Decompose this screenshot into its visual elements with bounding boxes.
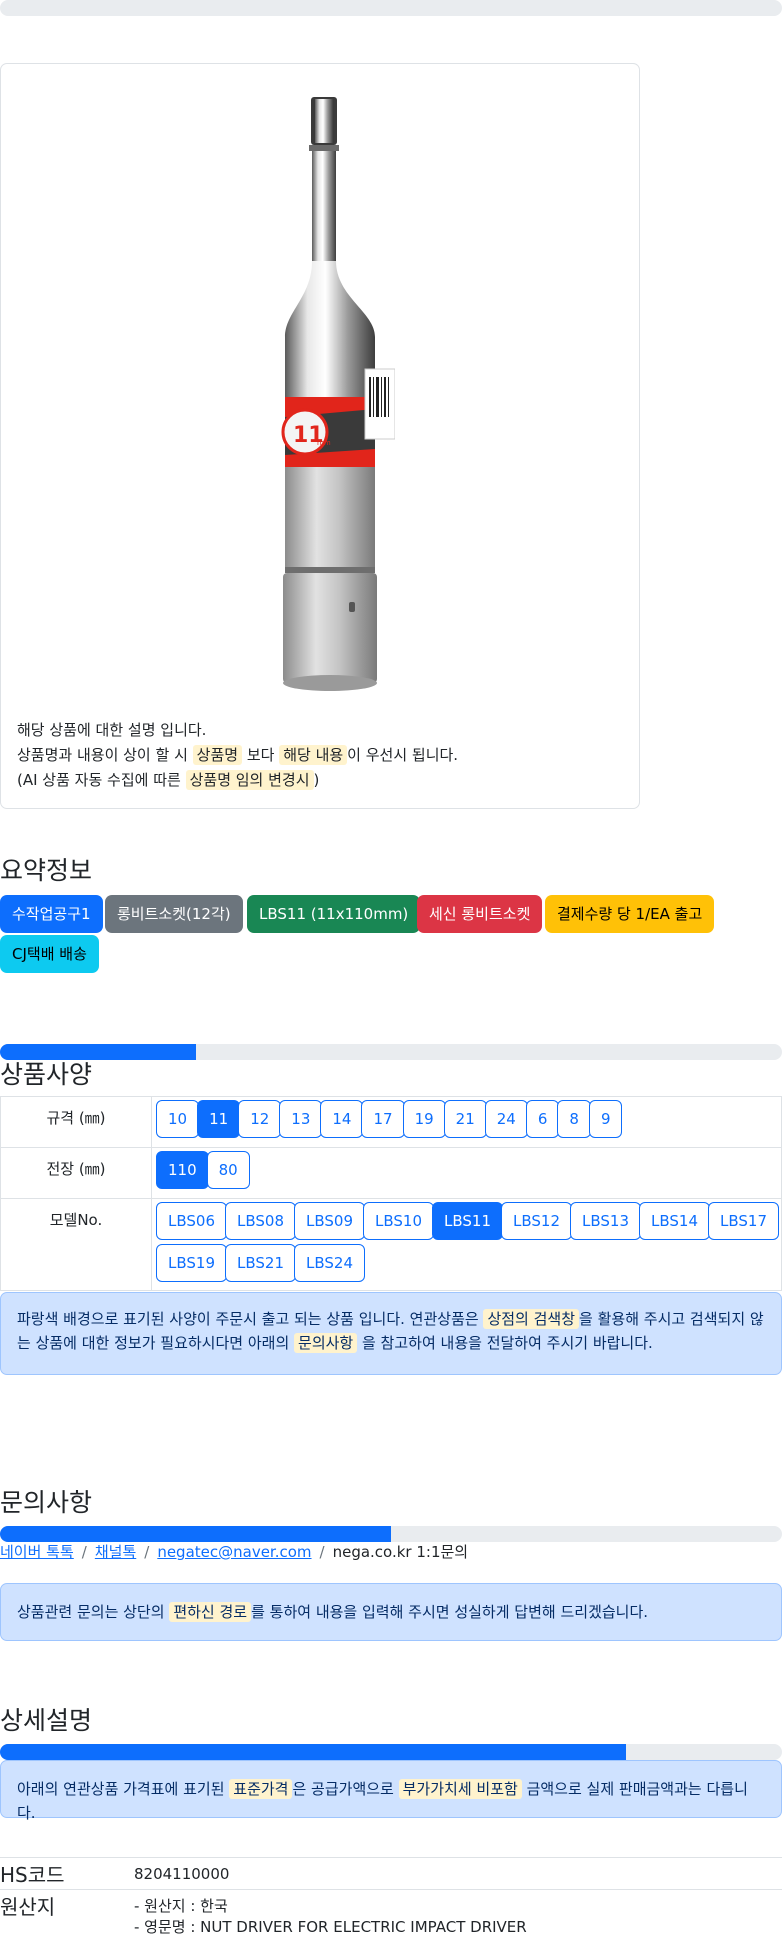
text: 를 통하여 내용을 입력해 주시면 성실하게 답변해 드리겠습니다.: [251, 1603, 648, 1621]
spec-option-button[interactable]: LBS06: [156, 1202, 227, 1240]
spec-label: 전장 (㎜): [1, 1148, 152, 1199]
naver-talk-link[interactable]: 네이버 톡톡: [0, 1543, 74, 1561]
info-table: HS코드 8204110000 원산지 - 원산지 : 한국 - 영문명 : N…: [0, 1857, 782, 1942]
separator: /: [74, 1543, 95, 1561]
info-row-origin: 원산지 - 원산지 : 한국 - 영문명 : NUT DRIVER FOR EL…: [0, 1890, 782, 1942]
spec-option-button[interactable]: 14: [320, 1100, 363, 1138]
spec-option-button[interactable]: LBS11: [432, 1202, 503, 1240]
highlight-standard-price: 표준가격: [229, 1779, 292, 1799]
product-description: 해당 상품에 대한 설명 입니다. 상품명과 내용이 상이 할 시 상품명 보다…: [17, 718, 458, 793]
origin-country: - 원산지 : 한국: [134, 1896, 782, 1917]
inquiry-progress-fill: [0, 1526, 391, 1542]
highlight-name-change: 상품명 임의 변경시: [186, 770, 314, 790]
separator: /: [136, 1543, 157, 1561]
badge-category: 수작업공구1: [0, 895, 103, 933]
text: 보다: [242, 746, 279, 764]
summary-progress: [0, 1044, 782, 1060]
badge-model: LBS11 (11x110mm): [247, 895, 420, 933]
spec-option-button[interactable]: 12: [238, 1100, 281, 1138]
text: 을 참고하여 내용을 전달하여 주시기 바랍니다.: [357, 1334, 653, 1352]
text: 상품관련 문의는 상단의: [17, 1603, 169, 1621]
hs-code-value: 8204110000: [134, 1858, 782, 1890]
origin-label: 원산지: [0, 1890, 134, 1942]
badge-type: 롱비트소켓(12각): [105, 895, 243, 933]
site-inquiry-text: nega.co.kr 1:1문의: [333, 1543, 469, 1561]
product-image: 11 mm: [265, 97, 395, 697]
spec-options: 101112131417192124689: [152, 1097, 782, 1148]
inquiry-title: 문의사항: [0, 1483, 92, 1519]
info-row-hs: HS코드 8204110000: [0, 1858, 782, 1890]
highlight-vat: 부가가치세 비포함: [399, 1779, 522, 1799]
spec-option-button[interactable]: LBS17: [708, 1202, 779, 1240]
text: 이 우선시 됩니다.: [347, 746, 458, 764]
spec-option-button[interactable]: LBS24: [294, 1244, 365, 1282]
spec-option-button[interactable]: LBS10: [363, 1202, 434, 1240]
spec-option-button[interactable]: 6: [526, 1100, 560, 1138]
text: 아래의 연관상품 가격표에 표기된: [17, 1780, 229, 1798]
separator: /: [312, 1543, 333, 1561]
svg-text:mm: mm: [317, 439, 331, 447]
email-link[interactable]: negatec@naver.com: [157, 1543, 311, 1561]
highlight-search: 상점의 검색창: [483, 1309, 579, 1329]
spec-option-button[interactable]: LBS12: [501, 1202, 572, 1240]
spec-option-button[interactable]: LBS08: [225, 1202, 296, 1240]
price-notice: 아래의 연관상품 가격표에 표기된 표준가격은 공급가액으로 부가가치세 비포함…: [0, 1760, 782, 1818]
channel-talk-link[interactable]: 채널톡: [95, 1543, 136, 1561]
summary-title: 요약정보: [0, 851, 92, 887]
text: (AI 상품 자동 수집에 따른: [17, 771, 186, 789]
specs-title: 상품사양: [0, 1055, 92, 1091]
detail-progress-fill: [0, 1744, 626, 1760]
product-card: 11 mm 해당 상품에 대한 설명 입니다. 상품명과 내용이 상이 할 시 …: [0, 63, 640, 809]
text: ): [314, 771, 320, 789]
spec-option-button[interactable]: 11: [197, 1100, 240, 1138]
origin-value: - 원산지 : 한국 - 영문명 : NUT DRIVER FOR ELECTR…: [134, 1890, 782, 1942]
spec-option-button[interactable]: 24: [485, 1100, 528, 1138]
highlight-inquiry: 문의사항: [294, 1333, 357, 1353]
detail-progress: [0, 1744, 782, 1760]
origin-english-name: - 영문명 : NUT DRIVER FOR ELECTRIC IMPACT D…: [134, 1917, 782, 1938]
spec-label: 규격 (㎜): [1, 1097, 152, 1148]
description-line-3: (AI 상품 자동 수집에 따른 상품명 임의 변경시): [17, 768, 458, 793]
spec-option-button[interactable]: LBS21: [225, 1244, 296, 1282]
highlight-route: 편하신 경로: [169, 1602, 251, 1622]
spec-option-button[interactable]: 110: [156, 1151, 209, 1189]
contact-links: 네이버 톡톡/채널톡/negatec@naver.com/nega.co.kr …: [0, 1541, 468, 1563]
badge-brand: 세신 롱비트소켓: [417, 895, 542, 933]
spec-option-button[interactable]: 13: [279, 1100, 322, 1138]
spec-options: 11080: [152, 1148, 782, 1199]
description-line-1: 해당 상품에 대한 설명 입니다.: [17, 718, 458, 743]
spec-option-button[interactable]: 10: [156, 1100, 199, 1138]
spec-row: 규격 (㎜) 101112131417192124689: [1, 1097, 782, 1148]
highlight-product-name: 상품명: [193, 745, 242, 765]
description-line-2: 상품명과 내용이 상이 할 시 상품명 보다 해당 내용이 우선시 됩니다.: [17, 743, 458, 768]
badge-quantity: 결제수량 당 1/EA 출고: [545, 895, 714, 933]
spec-option-button[interactable]: LBS19: [156, 1244, 227, 1282]
text: 은 공급가액으로: [292, 1780, 398, 1798]
inquiry-progress: [0, 1526, 782, 1542]
spec-label: 모델No.: [1, 1199, 152, 1291]
badge-shipping: CJ택배 배송: [0, 935, 99, 973]
top-progress-bar: [0, 0, 782, 16]
spec-option-button[interactable]: 8: [557, 1100, 591, 1138]
text: 파랑색 배경으로 표기된 사양이 주문시 출고 되는 상품 입니다. 연관상품은: [17, 1310, 483, 1328]
spec-option-button[interactable]: 19: [403, 1100, 446, 1138]
page: 11 mm 해당 상품에 대한 설명 입니다. 상품명과 내용이 상이 할 시 …: [0, 0, 782, 1939]
spec-option-button[interactable]: LBS09: [294, 1202, 365, 1240]
spec-option-button[interactable]: 9: [589, 1100, 623, 1138]
spec-row: 모델No. LBS06LBS08LBS09LBS10LBS11LBS12LBS1…: [1, 1199, 782, 1291]
spec-options: LBS06LBS08LBS09LBS10LBS11LBS12LBS13LBS14…: [152, 1199, 782, 1291]
spec-option-button[interactable]: 80: [207, 1151, 250, 1189]
spec-option-button[interactable]: LBS13: [570, 1202, 641, 1240]
spec-option-button[interactable]: 17: [361, 1100, 404, 1138]
hs-code-label: HS코드: [0, 1858, 134, 1890]
detail-title: 상세설명: [0, 1701, 92, 1737]
spec-notice: 파랑색 배경으로 표기된 사양이 주문시 출고 되는 상품 입니다. 연관상품은…: [0, 1292, 782, 1375]
spec-table: 규격 (㎜) 101112131417192124689 전장 (㎜) 1108…: [0, 1096, 782, 1291]
spec-option-button[interactable]: 21: [444, 1100, 487, 1138]
highlight-content: 해당 내용: [279, 745, 347, 765]
spec-option-button[interactable]: LBS14: [639, 1202, 710, 1240]
text: 상품명과 내용이 상이 할 시: [17, 746, 193, 764]
spec-row: 전장 (㎜) 11080: [1, 1148, 782, 1199]
inquiry-notice: 상품관련 문의는 상단의 편하신 경로를 통하여 내용을 입력해 주시면 성실하…: [0, 1583, 782, 1641]
